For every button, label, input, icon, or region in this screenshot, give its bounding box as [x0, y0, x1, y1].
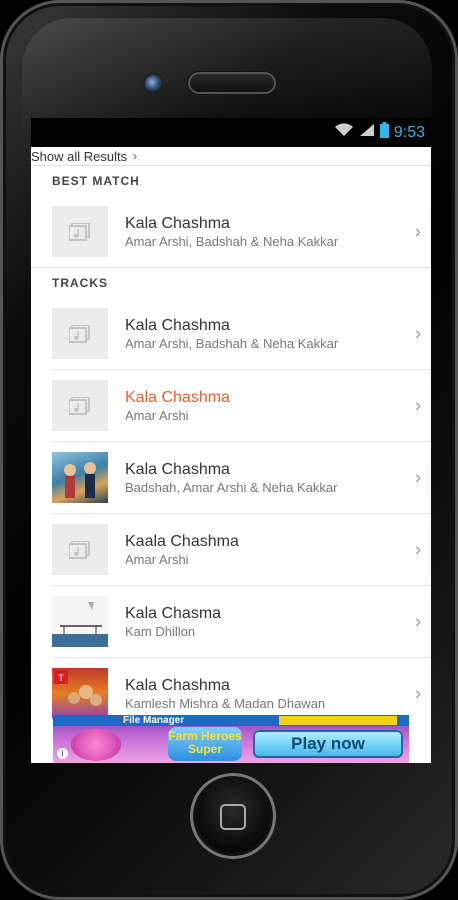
ad-top-strip: File Manager [53, 715, 409, 726]
ad-top-highlight [279, 716, 397, 725]
track-title: Kala Chashma [125, 676, 230, 694]
home-button[interactable] [190, 773, 276, 859]
chevron-right-icon: › [415, 323, 421, 343]
home-square-icon [220, 804, 246, 830]
album-art [52, 596, 108, 647]
music-placeholder-icon [52, 206, 108, 257]
svg-text:T: T [58, 673, 64, 683]
track-row[interactable]: Kala Chashma Amar Arshi, Badshah & Neha … [52, 298, 431, 370]
track-artist: Kamlesh Mishra & Madan Dhawan [125, 695, 326, 711]
phone-frame: 9:53 Show all Results › BEST MATCH Kala … [0, 0, 458, 900]
music-placeholder-icon [52, 308, 108, 359]
chevron-right-icon: › [415, 683, 421, 703]
chevron-right-icon: › [133, 149, 138, 163]
track-artist: Badshah, Amar Arshi & Neha Kakkar [125, 479, 338, 495]
track-row-active[interactable]: Kala Chashma Amar Arshi › [52, 370, 431, 442]
music-placeholder-icon [52, 524, 108, 575]
track-artist: Amar Arshi [125, 407, 189, 423]
chevron-right-icon: › [415, 467, 421, 487]
track-title: Kala Chashma [125, 316, 230, 334]
album-art: T [52, 668, 108, 719]
album-art [52, 452, 108, 503]
show-all-results-link[interactable]: Show all Results › [31, 147, 431, 166]
chevron-right-icon: › [415, 539, 421, 559]
chevron-right-icon: › [415, 611, 421, 631]
earpiece-speaker [188, 72, 276, 94]
track-artist: Amar Arshi, Badshah & Neha Kakkar [125, 335, 339, 351]
track-title: Kala Chashma [125, 460, 230, 478]
tracks-header: TRACKS [52, 276, 108, 290]
track-title: Kala Chasma [125, 604, 222, 622]
ad-info-icon[interactable]: i [57, 748, 68, 759]
ad-top-label: File Manager [123, 715, 185, 726]
best-match-header: BEST MATCH [52, 174, 140, 188]
ad-game-logo: Farm Heroes Super [168, 727, 242, 761]
track-row[interactable]: Kala Chashma Badshah, Amar Arshi & Neha … [52, 442, 431, 514]
track-row[interactable]: Kaala Chashma Amar Arshi › [52, 514, 431, 586]
chevron-right-icon: › [415, 221, 421, 241]
show-all-label: Show all Results [31, 148, 128, 164]
signal-icon [359, 123, 375, 142]
track-title: Kala Chashma [125, 214, 230, 232]
clock: 9:53 [393, 123, 425, 141]
ad-mascot-image [71, 729, 121, 761]
screen: 9:53 Show all Results › BEST MATCH Kala … [31, 118, 431, 763]
music-placeholder-icon [52, 380, 108, 431]
ad-play-now-button[interactable]: Play now [253, 730, 403, 758]
status-bar: 9:53 [31, 118, 431, 147]
wifi-icon [334, 123, 354, 142]
chevron-right-icon: › [415, 395, 421, 415]
track-row[interactable]: Kala Chasma Kam Dhillon › [52, 586, 431, 658]
ad-banner[interactable]: File Manager i Farm Heroes Super Play no… [53, 715, 409, 763]
track-artist: Amar Arshi [125, 551, 189, 567]
track-title: Kaala Chashma [125, 532, 239, 550]
best-match-item[interactable]: Kala Chashma Amar Arshi, Badshah & Neha … [52, 196, 431, 267]
battery-icon [379, 122, 389, 143]
track-title: Kala Chashma [125, 388, 230, 406]
track-artist: Kam Dhillon [125, 623, 196, 639]
track-artist: Amar Arshi, Badshah & Neha Kakkar [125, 233, 339, 249]
front-camera [145, 75, 163, 93]
